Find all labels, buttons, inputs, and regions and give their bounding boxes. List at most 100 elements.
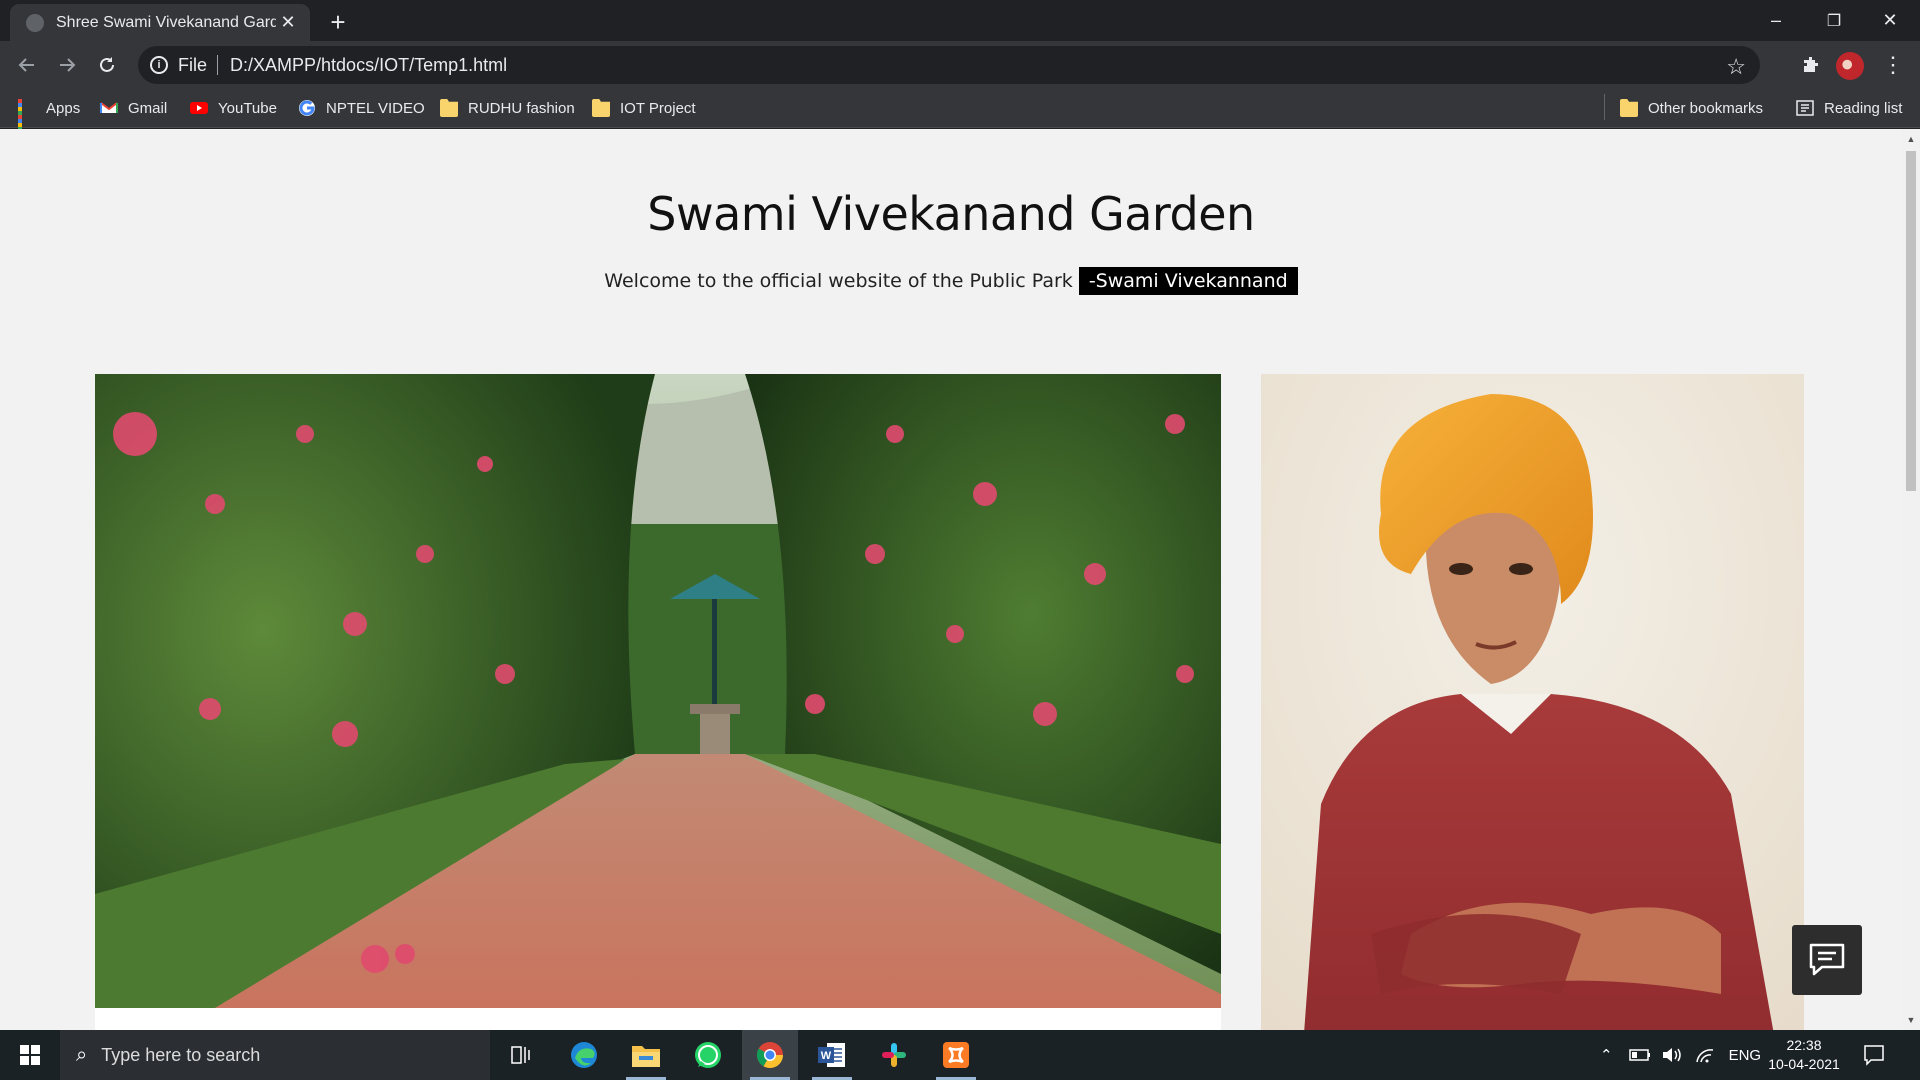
page-favicon-icon [26, 13, 44, 32]
scroll-down-icon[interactable]: ▼ [1902, 1012, 1920, 1028]
search-icon: ⌕ [76, 1043, 88, 1066]
google-icon [299, 100, 315, 116]
tab-title: Shree Swami Vivekanand Garden [56, 13, 276, 31]
taskbar-search[interactable]: ⌕ Type here to search [60, 1030, 490, 1080]
back-button[interactable] [10, 48, 44, 82]
bookmark-gmail[interactable]: Gmail [100, 96, 167, 120]
file-explorer-app[interactable] [618, 1030, 674, 1080]
bookmark-youtube[interactable]: YouTube [190, 96, 277, 120]
volume-icon[interactable] [1661, 1046, 1683, 1064]
windows-logo-icon [20, 1045, 40, 1065]
bookmark-label: RUDHU fashion [468, 99, 575, 117]
tab-strip: Shree Swami Vivekanand Garden ✕ + – ❐ ✕ [0, 0, 1920, 41]
chat-icon [1809, 943, 1845, 976]
bookmarks-bar: Apps Gmail YouTube NPTEL VIDEO RUDHU fas… [0, 88, 1920, 135]
reading-list[interactable]: Reading list [1796, 96, 1902, 120]
whatsapp-icon [695, 1042, 721, 1068]
slack-icon [882, 1043, 906, 1067]
apps-grid-icon [18, 99, 36, 135]
bookmark-star-icon[interactable]: ☆ [1726, 54, 1746, 80]
page-viewport: Swami Vivekanand Garden Welcome to the o… [0, 129, 1902, 1030]
address-bar[interactable]: i File D:/XAMPP/htdocs/IOT/Temp1.html ☆ [138, 46, 1760, 84]
folder-icon [592, 99, 610, 117]
site-info-icon[interactable]: i [150, 56, 168, 74]
windows-taskbar: ⌕ Type here to search W ⌃ ENG 22:38 10-0… [0, 1030, 1920, 1080]
language-indicator[interactable]: ENG [1729, 1047, 1762, 1064]
clock-time: 22:38 [1786, 1037, 1822, 1053]
forward-button[interactable] [50, 48, 84, 82]
battery-icon[interactable] [1628, 1048, 1651, 1062]
start-button[interactable] [0, 1030, 60, 1080]
scroll-thumb[interactable] [1906, 151, 1916, 491]
notification-icon [1864, 1045, 1884, 1066]
reload-button[interactable] [90, 48, 124, 82]
browser-tab[interactable]: Shree Swami Vivekanand Garden ✕ [10, 4, 310, 41]
minimize-button[interactable]: – [1748, 0, 1804, 41]
search-placeholder: Type here to search [101, 1044, 261, 1065]
reading-list-label: Reading list [1824, 99, 1903, 117]
clock-date: 10-04-2021 [1768, 1056, 1840, 1072]
bookmark-label: Other bookmarks [1648, 99, 1764, 117]
garden-photo [95, 374, 1221, 1014]
word-icon: W [818, 1043, 845, 1067]
reload-icon [100, 57, 114, 72]
url-text[interactable]: D:/XAMPP/htdocs/IOT/Temp1.html [230, 55, 507, 76]
bookmark-rudhu[interactable]: RUDHU fashion [440, 96, 575, 120]
portrait-photo [1261, 374, 1804, 1030]
folder-icon [632, 1046, 660, 1067]
new-tab-button[interactable]: + [322, 6, 354, 38]
bookmark-nptel[interactable]: NPTEL VIDEO [298, 96, 425, 120]
gmail-icon [100, 102, 118, 113]
chevron-up-icon[interactable]: ⌃ [1600, 1046, 1613, 1064]
bookmark-other[interactable]: Other bookmarks [1620, 96, 1763, 120]
garden-card [95, 374, 1221, 1030]
edge-app[interactable] [556, 1030, 612, 1080]
scroll-up-icon[interactable]: ▲ [1902, 131, 1920, 147]
slack-app[interactable] [866, 1030, 922, 1080]
bookmark-label: Apps [46, 99, 81, 117]
bookmark-label: Gmail [128, 99, 168, 117]
edge-icon [571, 1042, 597, 1068]
whatsapp-app[interactable] [680, 1030, 736, 1080]
url-separator [217, 55, 219, 75]
word-app[interactable]: W [804, 1030, 860, 1080]
profile-avatar[interactable] [1836, 52, 1864, 80]
task-view-button[interactable] [494, 1030, 550, 1080]
page-scrollbar[interactable]: ▲ ▼ [1902, 129, 1920, 1030]
menu-kebab-icon[interactable]: ⋮ [1876, 48, 1910, 82]
restore-button[interactable]: ❐ [1806, 0, 1862, 41]
bookmark-iot[interactable]: IOT Project [592, 96, 696, 120]
chat-widget-button[interactable] [1792, 925, 1862, 995]
notification-center-button[interactable] [1860, 1041, 1888, 1069]
youtube-icon [190, 102, 208, 114]
taskbar-clock[interactable]: 22:38 10-04-2021 [1762, 1036, 1846, 1074]
bookmark-apps[interactable]: Apps [18, 96, 81, 135]
svg-text:W: W [821, 1050, 832, 1062]
portrait-card [1261, 374, 1804, 1030]
close-window-button[interactable]: ✕ [1862, 0, 1918, 41]
url-scheme: File [178, 54, 208, 75]
xampp-app[interactable] [928, 1030, 984, 1080]
reading-list-icon [1796, 100, 1814, 116]
page-subtitle: Welcome to the official website of the P… [0, 267, 1902, 295]
bookmarks-divider [1604, 94, 1605, 120]
extensions-icon[interactable] [1794, 48, 1828, 82]
page-title: Swami Vivekanand Garden [647, 187, 1255, 241]
browser-toolbar: i File D:/XAMPP/htdocs/IOT/Temp1.html ☆ … [0, 41, 1920, 88]
bookmark-label: YouTube [218, 99, 277, 117]
folder-icon [440, 99, 458, 117]
chrome-icon [756, 1042, 784, 1069]
subtitle-text: Welcome to the official website of the P… [604, 270, 1073, 292]
chrome-app[interactable] [742, 1030, 798, 1080]
arrow-right-icon [60, 58, 76, 72]
arrow-left-icon [18, 58, 34, 72]
task-view-icon [511, 1046, 530, 1064]
tab-close-icon[interactable]: ✕ [276, 11, 300, 35]
bookmark-label: NPTEL VIDEO [326, 99, 425, 117]
system-tray: ⌃ ENG [1600, 1030, 1761, 1080]
folder-icon [1620, 99, 1638, 117]
bookmark-label: IOT Project [620, 99, 696, 117]
wifi-icon[interactable] [1695, 1046, 1715, 1064]
xampp-icon [943, 1042, 969, 1068]
author-tag: -Swami Vivekannand [1078, 267, 1298, 295]
